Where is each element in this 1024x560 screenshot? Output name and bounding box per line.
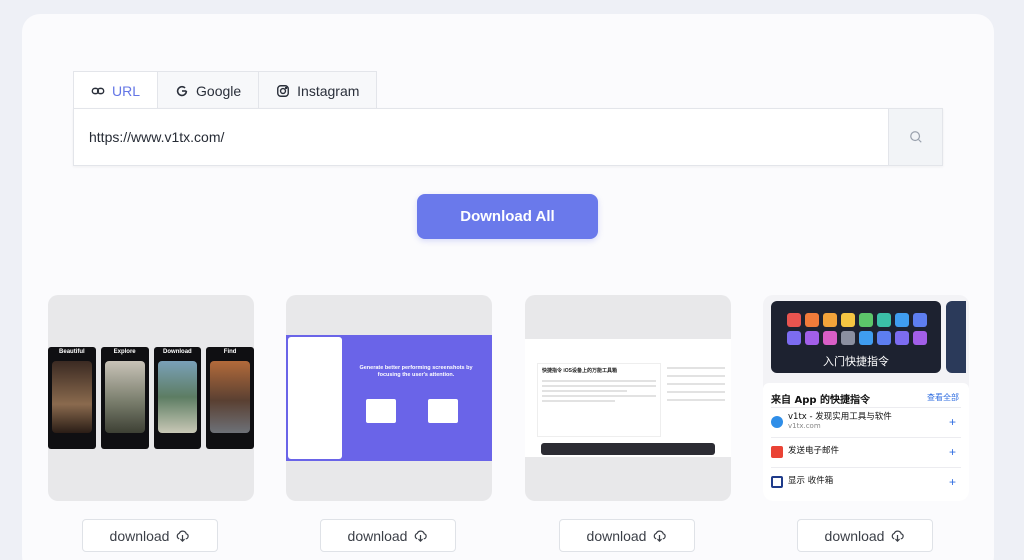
download-label: download	[824, 527, 885, 544]
result-thumbnail-2[interactable]: Generate better performing screenshots b…	[286, 295, 492, 501]
tab-google-label: Google	[196, 82, 242, 99]
phone-screens-preview: Beautiful Explore Download Find	[48, 347, 254, 449]
list-item-title: v1tx - 发现实用工具与软件	[788, 412, 892, 423]
text-line	[542, 385, 656, 387]
phone-screen-image	[210, 361, 250, 433]
list-header: 来自 App 的快捷指令	[771, 395, 871, 406]
list-item-subtitle: v1tx.com	[788, 422, 821, 431]
phone-screen-title: Explore	[113, 349, 136, 355]
result-thumbnail-4[interactable]: 入门快捷指令 来自 App 的快捷指令 查看全部 v1tx - 发现实用工具与软…	[763, 295, 969, 501]
list-item-title: 发送电子邮件	[788, 446, 840, 457]
cloud-download-icon	[177, 530, 190, 542]
article-sidebar	[667, 363, 725, 407]
text-line	[667, 375, 725, 377]
plus-icon: +	[949, 414, 957, 429]
list-item: 显示 收件箱 +	[771, 467, 961, 495]
plus-icon: +	[949, 474, 957, 489]
result-thumbnail-1[interactable]: Beautiful Explore Download Find	[48, 295, 254, 501]
url-input[interactable]	[74, 109, 888, 165]
article-heading: 快捷指令 iOS设备上的万能工具箱	[542, 368, 618, 374]
cloud-download-icon	[892, 530, 905, 542]
article-block: 快捷指令 iOS设备上的万能工具箱	[537, 363, 661, 437]
download-button-1[interactable]: download	[82, 519, 218, 552]
text-line	[667, 367, 725, 369]
landing-headline: Generate better performing screenshots b…	[359, 365, 473, 379]
phone-screen-title: Download	[163, 349, 192, 355]
landing-page-preview: Generate better performing screenshots b…	[286, 335, 492, 461]
result-thumbnail-3[interactable]: 快捷指令 iOS设备上的万能工具箱	[525, 295, 731, 501]
text-line	[667, 399, 725, 401]
phone-screen-title: Beautiful	[59, 349, 85, 355]
plus-icon: +	[949, 444, 957, 459]
instagram-icon	[277, 84, 290, 97]
text-line	[542, 395, 656, 397]
source-tabs: URL Google Instagram	[73, 71, 378, 110]
download-button-3[interactable]: download	[559, 519, 695, 552]
cloud-download-icon	[415, 530, 428, 542]
shortcut-icon-grid	[787, 313, 927, 345]
phone-screen-title: Find	[223, 349, 237, 355]
text-line	[667, 383, 725, 385]
phone-screen-image	[157, 361, 198, 433]
editor-panel	[288, 337, 342, 459]
tab-google[interactable]: Google	[157, 71, 260, 109]
list-item: v1tx - 发现实用工具与软件 v1tx.com +	[771, 407, 961, 435]
google-icon	[176, 85, 188, 96]
search-icon	[909, 131, 922, 143]
phone-screen: Beautiful	[48, 347, 96, 449]
tab-instagram-label: Instagram	[297, 82, 360, 99]
article-page-preview: 快捷指令 iOS设备上的万能工具箱	[525, 339, 731, 457]
preview-card	[428, 399, 458, 423]
download-label: download	[109, 527, 170, 544]
phone-screen: Find	[206, 347, 254, 449]
download-button-2[interactable]: download	[320, 519, 456, 552]
tab-url-label: URL	[112, 83, 141, 99]
download-all-button[interactable]: Download All	[417, 194, 598, 239]
download-label: download	[347, 527, 408, 544]
download-button-4[interactable]: download	[797, 519, 933, 552]
shortcuts-banner-secondary	[946, 301, 966, 373]
dock-bar	[541, 443, 715, 455]
see-all-link: 查看全部	[927, 393, 959, 402]
url-search-bar	[73, 108, 943, 166]
text-line	[542, 380, 656, 382]
phone-screen: Explore	[100, 347, 149, 449]
cloud-download-icon	[654, 530, 667, 542]
tab-url[interactable]: URL	[73, 71, 159, 110]
gmail-icon	[771, 445, 783, 458]
link-icon	[91, 87, 105, 95]
safari-icon	[771, 415, 783, 428]
checkbox-icon	[771, 475, 783, 488]
phone-screen-image	[52, 361, 92, 433]
phone-screen-image	[104, 361, 145, 433]
search-button[interactable]	[888, 109, 942, 165]
list-item-title: 显示 收件箱	[788, 476, 834, 487]
shortcuts-list: 来自 App 的快捷指令 查看全部 v1tx - 发现实用工具与软件 v1tx.…	[763, 383, 969, 501]
phone-screen: Download	[153, 347, 202, 449]
text-line	[667, 391, 725, 393]
text-line	[542, 400, 616, 402]
preview-card	[366, 399, 396, 423]
text-line	[542, 390, 628, 392]
tab-instagram[interactable]: Instagram	[258, 71, 378, 109]
shortcuts-banner: 入门快捷指令	[771, 301, 941, 373]
download-label: download	[586, 527, 647, 544]
banner-title: 入门快捷指令	[823, 355, 889, 368]
list-item: 发送电子邮件 +	[771, 437, 961, 465]
